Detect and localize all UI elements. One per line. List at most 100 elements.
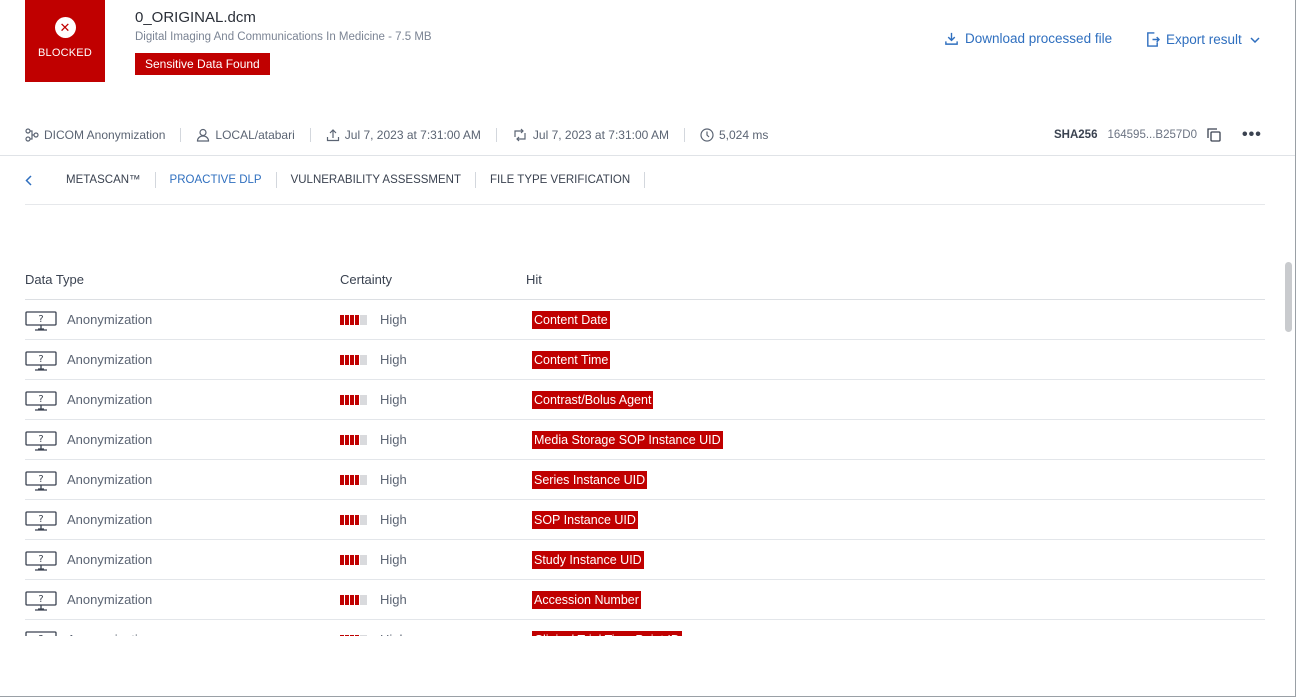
hit-cell: Accession Number [526, 590, 1265, 609]
data-type-label: Anonymization [67, 552, 153, 567]
duration-item: 5,024 ms [700, 128, 768, 142]
status-label: BLOCKED [38, 47, 92, 59]
certainty-bar-filled [345, 474, 349, 485]
hit-cell: Study Instance UID [526, 550, 1265, 569]
data-type-cell: ? Anonymization [25, 629, 340, 636]
tab-vulnerability-assessment[interactable]: VULNERABILITY ASSESSMENT [277, 172, 477, 188]
table-row: ? Anonymization High SOP Instance UID [25, 500, 1265, 540]
hit-tag: Content Time [532, 350, 611, 369]
certainty-bar-empty [360, 394, 367, 405]
tab-file-type-verification[interactable]: FILE TYPE VERIFICATION [476, 172, 646, 188]
certainty-bar-filled [355, 554, 359, 565]
header-divider [0, 155, 1295, 156]
certainty-bar-filled [345, 434, 349, 445]
page-frame: ✕ BLOCKED 0_ORIGINAL.dcm Digital Imaging… [0, 0, 1296, 697]
svg-text:?: ? [38, 554, 43, 565]
certainty-cell: High [340, 432, 526, 447]
copy-icon[interactable] [1207, 128, 1221, 142]
hit-cell: Contrast/Bolus Agent [526, 390, 1265, 409]
clock-icon [700, 128, 714, 142]
certainty-label: High [380, 512, 407, 527]
table-row: ? Anonymization High Contrast/Bolus Agen… [25, 380, 1265, 420]
certainty-bars [340, 394, 368, 405]
verdict-badge: Sensitive Data Found [135, 53, 270, 75]
certainty-label: High [380, 632, 407, 636]
meta-separator [180, 128, 182, 142]
table-row: ? Anonymization High Content Date [25, 300, 1265, 340]
monitor-question-icon: ? [25, 630, 57, 636]
certainty-cell: High [340, 352, 526, 367]
vertical-scrollbar[interactable] [1285, 262, 1292, 332]
hit-cell: Series Instance UID [526, 470, 1265, 489]
certainty-bar-filled [345, 394, 349, 405]
workflow-item: DICOM Anonymization [25, 128, 165, 142]
svg-text:?: ? [38, 434, 43, 445]
certainty-bars [340, 314, 368, 325]
more-options-icon[interactable]: ••• [1242, 127, 1262, 143]
certainty-bar-filled [340, 474, 344, 485]
certainty-bar-empty [360, 434, 367, 445]
processed-time: Jul 7, 2023 at 7:31:00 AM [532, 128, 669, 142]
certainty-bar-filled [355, 314, 359, 325]
chevron-down-icon [1250, 36, 1260, 43]
certainty-bar-filled [345, 354, 349, 365]
download-processed-file-button[interactable]: Download processed file [944, 31, 1112, 46]
svg-text:?: ? [38, 314, 43, 325]
certainty-bar-filled [350, 554, 354, 565]
certainty-bar-filled [340, 514, 344, 525]
sha-label: SHA256 [1054, 129, 1098, 141]
chevron-left-icon[interactable] [25, 174, 32, 186]
certainty-bar-filled [350, 514, 354, 525]
upload-icon [326, 129, 339, 142]
certainty-bar-filled [340, 434, 344, 445]
monitor-question-icon: ? [25, 470, 57, 491]
hit-tag: Contrast/Bolus Agent [532, 390, 654, 409]
certainty-label: High [380, 352, 407, 367]
certainty-bar-filled [350, 594, 354, 605]
header-hit[interactable]: Hit [526, 272, 1265, 287]
certainty-bar-filled [350, 394, 354, 405]
data-type-cell: ? Anonymization [25, 589, 340, 611]
monitor-question-icon: ? [25, 310, 57, 331]
export-result-button[interactable]: Export result [1145, 31, 1266, 48]
certainty-bar-filled [340, 394, 344, 405]
certainty-cell: High [340, 632, 526, 636]
certainty-bar-filled [350, 434, 354, 445]
table-row: ? Anonymization High Series Instance UID [25, 460, 1265, 500]
certainty-bar-filled [340, 594, 344, 605]
header-certainty[interactable]: Certainty [340, 272, 526, 287]
table-row: ? Anonymization High Media Storage SOP I… [25, 420, 1265, 460]
certainty-label: High [380, 592, 407, 607]
hit-tag: Media Storage SOP Instance UID [532, 430, 723, 449]
tab-proactive-dlp[interactable]: PROACTIVE DLP [156, 172, 277, 188]
data-type-cell: ? Anonymization [25, 549, 340, 571]
certainty-label: High [380, 432, 407, 447]
certainty-bars [340, 354, 368, 365]
hit-tag: Series Instance UID [532, 470, 648, 489]
table-header: Data Type Certainty Hit [25, 260, 1265, 300]
certainty-bar-filled [355, 394, 359, 405]
tab-metascan[interactable]: METASCAN™ [52, 172, 156, 188]
certainty-bar-filled [355, 594, 359, 605]
certainty-bar-filled [350, 314, 354, 325]
monitor-question-icon: ? [25, 550, 57, 571]
data-type-cell: ? Anonymization [25, 349, 340, 371]
svg-text:?: ? [38, 514, 43, 525]
table-row: ? Anonymization High Accession Number [25, 580, 1265, 620]
certainty-bar-empty [360, 514, 367, 525]
certainty-cell: High [340, 392, 526, 407]
certainty-bar-filled [355, 354, 359, 365]
certainty-bar-filled [350, 634, 354, 636]
refresh-icon [514, 128, 526, 142]
hit-cell: Media Storage SOP Instance UID [526, 430, 1265, 449]
hit-cell: Content Date [526, 310, 1265, 329]
header-data-type[interactable]: Data Type [25, 272, 340, 287]
uploaded-item: Jul 7, 2023 at 7:31:00 AM [326, 128, 481, 142]
certainty-bar-filled [345, 514, 349, 525]
download-icon [945, 32, 958, 45]
data-type-label: Anonymization [67, 392, 153, 407]
download-label: Download processed file [965, 31, 1113, 46]
sha256-hash: SHA256 164595...B257D0 [1054, 126, 1221, 144]
user-item: LOCAL/atabari [196, 128, 295, 142]
blocked-status-block: ✕ BLOCKED [25, 0, 105, 82]
